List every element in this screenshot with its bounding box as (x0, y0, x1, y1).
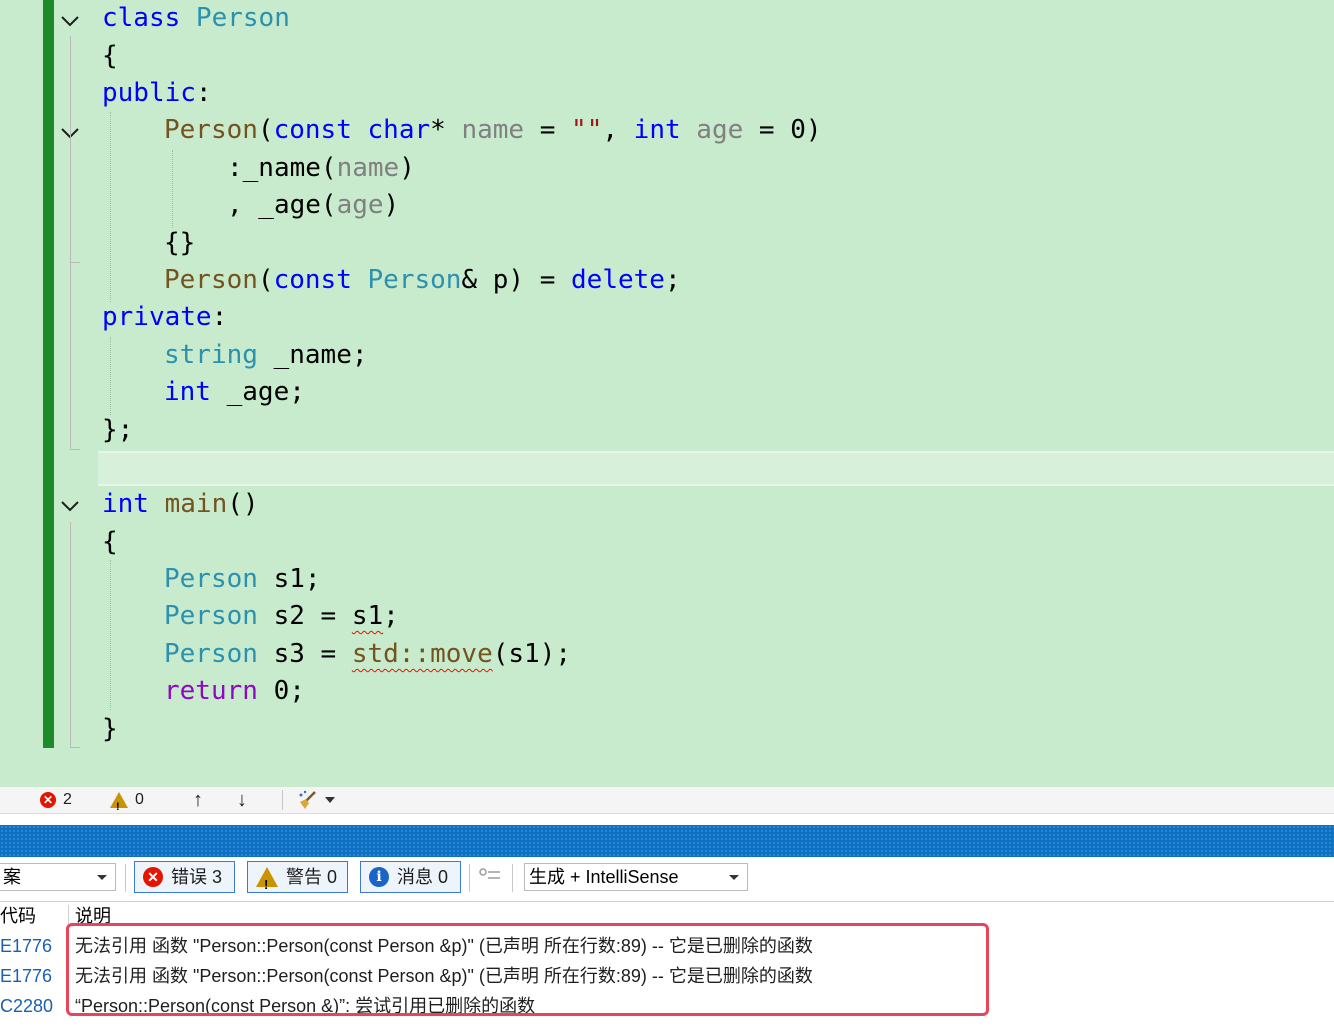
next-issue-button[interactable]: ↓ (237, 787, 247, 813)
toolbar-separator (512, 864, 513, 892)
code-line: }; (102, 415, 134, 445)
code-line: } (102, 714, 118, 744)
messages-filter-button[interactable]: i 消息 0 (360, 861, 461, 893)
collapse-chevron-icon[interactable] (58, 9, 82, 33)
toolbar-separator (469, 864, 470, 892)
code-line: { (102, 527, 118, 557)
error-squiggle[interactable]: std::move (352, 639, 493, 669)
code-line: private: (102, 302, 228, 332)
down-arrow-icon: ↓ (237, 789, 247, 811)
column-separator[interactable] (68, 905, 69, 927)
error-list-toolbar: 案 ✕ 错误 3 ! 警告 0 i 消息 0 生成 + IntelliSense (0, 858, 1334, 900)
editor-status-bar: ✕ 2 ! 0 ↑ ↓ (0, 787, 1334, 814)
error-list-header-row: 代码 说明 (0, 901, 1334, 932)
current-line-highlight (98, 451, 1334, 486)
error-code: E1776 (0, 966, 53, 986)
code-line: Person(const char* name = "", int age = … (164, 115, 822, 145)
collapse-chevron-icon[interactable] (58, 494, 82, 518)
build-source-dropdown[interactable]: 生成 + IntelliSense (524, 863, 748, 891)
warning-icon: ! (256, 867, 278, 892)
outline-guide (70, 148, 71, 263)
indent-guide (110, 560, 111, 710)
error-description: 无法引用 函数 "Person::Person(const Person &p)… (75, 936, 813, 956)
column-header-description[interactable]: 说明 (75, 902, 111, 930)
code-line: return 0; (164, 676, 305, 706)
code-editor[interactable]: class Person { public: Person(const char… (0, 0, 1334, 787)
error-code: E1776 (0, 936, 53, 956)
code-line: :_name(name) (227, 153, 415, 183)
warning-icon: ! (110, 792, 128, 813)
table-row[interactable]: E1776 无法引用 函数 "Person::Person(const Pers… (0, 961, 1334, 991)
change-tracking-bar (43, 0, 54, 748)
outline-guide-end (70, 262, 80, 263)
outline-guide-end (70, 747, 80, 748)
code-line: Person(const Person& p) = delete; (164, 265, 681, 295)
filter-options-icon[interactable] (478, 866, 502, 891)
code-line: { (102, 41, 118, 71)
error-list-title-bar[interactable] (0, 825, 1334, 857)
info-icon: i (369, 867, 389, 887)
error-squiggle[interactable]: s1 (352, 601, 383, 631)
code-line: int main() (102, 489, 259, 519)
outline-guide-end (70, 449, 80, 450)
code-line: Person s1; (164, 564, 321, 594)
code-line: string _name; (164, 340, 368, 370)
code-cleanup-button[interactable] (297, 787, 335, 813)
outline-guide (70, 522, 71, 748)
warning-count[interactable]: ! 0 (110, 787, 144, 813)
status-separator (282, 790, 283, 810)
error-icon: ✕ (143, 867, 163, 887)
column-header-code[interactable]: 代码 (0, 902, 36, 930)
scope-dropdown[interactable]: 案 (0, 863, 116, 891)
indent-guide (172, 150, 173, 228)
indent-guide (110, 337, 111, 415)
code-line: {} (164, 228, 196, 258)
warnings-filter-button[interactable]: ! 警告 0 (247, 861, 348, 893)
indent-guide (110, 112, 111, 302)
chevron-down-icon (729, 875, 739, 880)
error-description: 无法引用 函数 "Person::Person(const Person &p)… (75, 966, 813, 986)
code-line: int _age; (164, 377, 305, 407)
previous-issue-button[interactable]: ↑ (193, 787, 203, 813)
code-line: , _age(age) (227, 190, 400, 220)
code-line: public: (102, 78, 212, 108)
dropdown-caret-icon (325, 797, 335, 803)
chevron-down-icon (97, 875, 107, 880)
toolbar-separator (125, 864, 126, 892)
code-line: Person s3 = std::move(s1); (164, 639, 572, 669)
code-line: Person s2 = s1; (164, 601, 399, 631)
error-icon: ✕ (40, 792, 56, 808)
code-line: class Person (102, 3, 290, 33)
errors-filter-button[interactable]: ✕ 错误 3 (134, 861, 235, 893)
broom-icon (299, 790, 316, 809)
error-count[interactable]: ✕ 2 (40, 787, 72, 813)
table-row[interactable]: E1776 无法引用 函数 "Person::Person(const Pers… (0, 931, 1334, 961)
up-arrow-icon: ↑ (193, 789, 203, 811)
panel-bottom-edge (0, 1016, 1334, 1034)
